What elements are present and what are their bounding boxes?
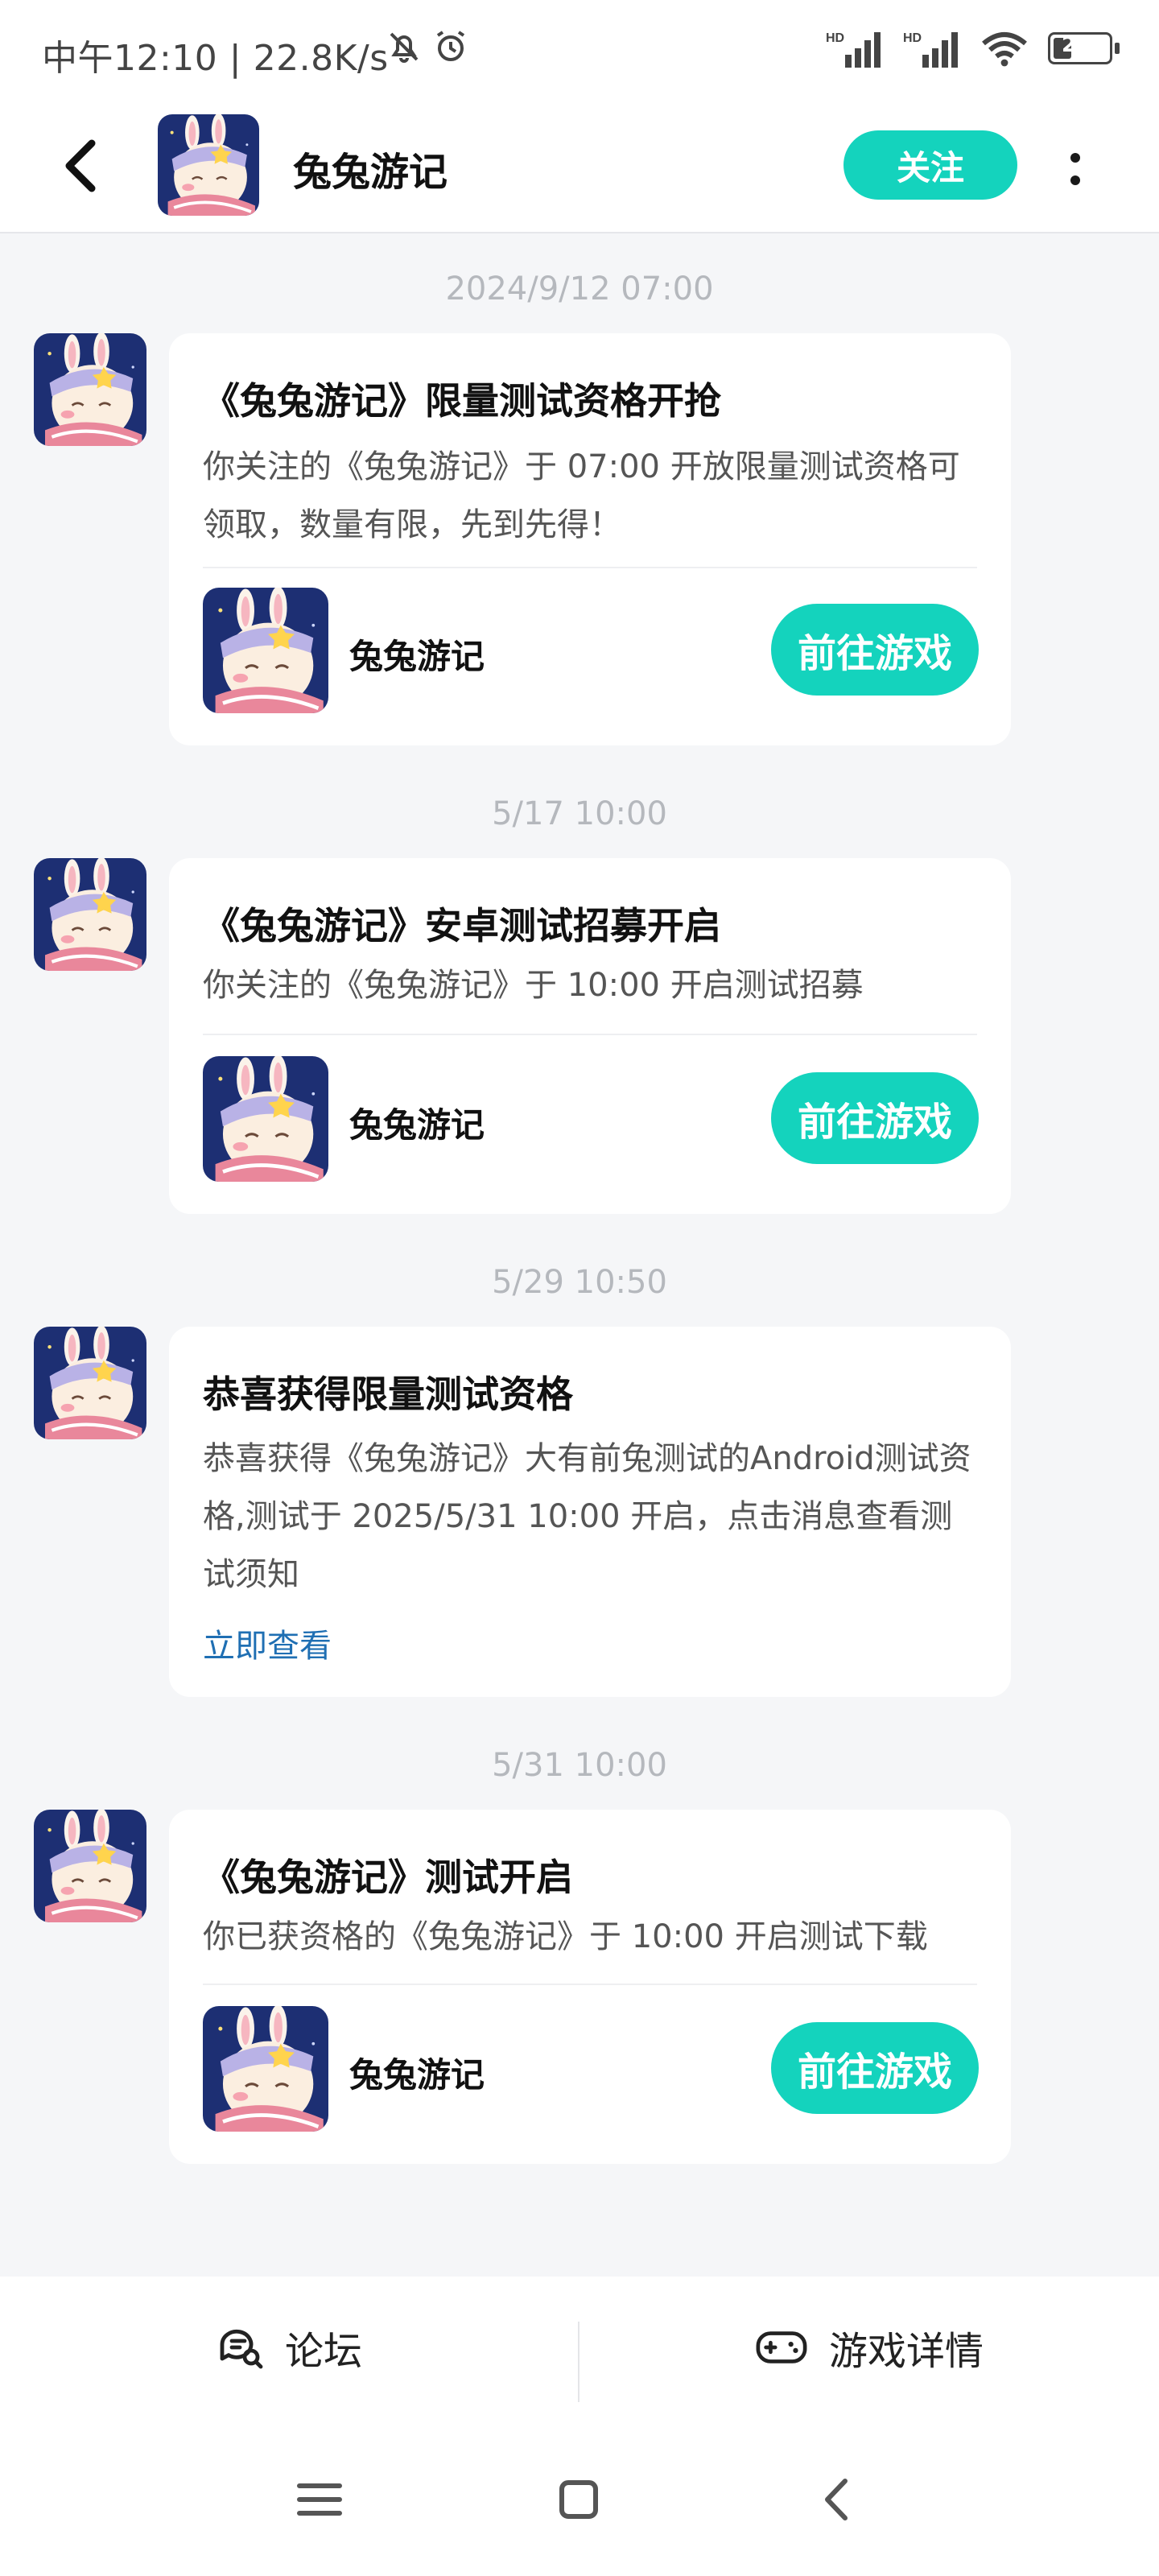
message-body: 你已获资格的《兔兔游记》于 10:00 开启测试下载	[203, 1918, 928, 1955]
message-title: 《兔兔游记》限量测试资格开抢	[203, 379, 721, 423]
message-card[interactable]: 《兔兔游记》测试开启 你已获资格的《兔兔游记》于 10:00 开启测试下载 兔兔…	[169, 1810, 1011, 2164]
menu-icon	[297, 2483, 342, 2516]
recent-apps-button[interactable]	[291, 2471, 348, 2528]
page-title: 兔兔游记	[293, 150, 448, 195]
more-dot	[1070, 175, 1080, 185]
avatar[interactable]	[34, 858, 146, 971]
divider	[203, 1034, 977, 1035]
battery-level: 24	[1062, 33, 1091, 57]
go-to-game-button[interactable]: 前往游戏	[771, 604, 979, 696]
game-icon[interactable]	[203, 2006, 328, 2132]
message-timestamp: 5/31 10:00	[492, 1747, 667, 1784]
system-navigation-bar	[0, 2418, 1159, 2576]
back-button[interactable]	[50, 134, 114, 198]
divider	[203, 1984, 977, 1985]
hd-signal-icon: HD	[826, 31, 881, 68]
game-icon[interactable]	[203, 1056, 328, 1182]
message-timestamp: 5/17 10:00	[492, 795, 667, 832]
message-card[interactable]: 《兔兔游记》限量测试资格开抢 你关注的《兔兔游记》于 07:00 开放限量测试资…	[169, 333, 1011, 745]
chevron-left-icon	[65, 139, 96, 192]
home-button[interactable]	[551, 2471, 607, 2528]
avatar[interactable]	[34, 333, 146, 446]
avatar[interactable]	[34, 1327, 146, 1439]
app-header: 兔兔游记 关注	[0, 105, 1159, 233]
message-title: 《兔兔游记》测试开启	[203, 1856, 573, 1899]
gamepad-icon	[756, 2331, 807, 2363]
status-bar: 中午12:10 | 22.8K/s HD HD 24	[0, 0, 1159, 105]
message-title: 《兔兔游记》安卓测试招募开启	[203, 904, 721, 947]
divider	[578, 2322, 580, 2402]
message-timestamp: 2024/9/12 07:00	[445, 270, 714, 308]
message-title: 恭喜获得限量测试资格	[203, 1373, 573, 1416]
message-body: 你关注的《兔兔游记》于 10:00 开启测试招募	[203, 967, 864, 1004]
go-to-game-button[interactable]: 前往游戏	[771, 1072, 979, 1164]
battery-icon: 24	[1048, 32, 1120, 64]
more-dot	[1070, 153, 1080, 163]
tab-forum-label: 论坛	[285, 2329, 363, 2374]
wifi-icon	[982, 32, 1027, 67]
more-options-button[interactable]	[1059, 137, 1091, 201]
game-name: 兔兔游记	[349, 637, 485, 676]
go-to-game-button[interactable]: 前往游戏	[771, 2022, 979, 2114]
message-timestamp: 5/29 10:50	[492, 1264, 667, 1301]
mute-bell-icon	[390, 32, 419, 63]
message-card[interactable]: 《兔兔游记》安卓测试招募开启 你关注的《兔兔游记》于 10:00 开启测试招募 …	[169, 858, 1011, 1214]
message-body: 恭喜获得《兔兔游记》大有前兔测试的Android测试资格,测试于 2025/5/…	[203, 1440, 971, 1593]
message-card[interactable]: 恭喜获得限量测试资格 恭喜获得《兔兔游记》大有前兔测试的Android测试资格,…	[169, 1327, 1011, 1697]
back-arrow-icon	[825, 2479, 848, 2520]
forum-icon	[220, 2329, 263, 2369]
follow-button[interactable]: 关注	[843, 130, 1017, 200]
avatar[interactable]	[158, 114, 259, 216]
bottom-tab-bar: 论坛 游戏详情	[0, 2277, 1159, 2418]
status-time: 中午12:10 | 22.8K/s	[42, 38, 389, 79]
svg-text:HD: HD	[826, 31, 844, 45]
hd-signal-icon: HD	[903, 31, 958, 68]
avatar[interactable]	[34, 1810, 146, 1922]
game-name: 兔兔游记	[349, 1105, 485, 1145]
alarm-icon	[436, 31, 465, 61]
tab-game-detail[interactable]: 游戏详情	[755, 2277, 984, 2418]
divider	[203, 567, 977, 568]
svg-text:HD: HD	[903, 31, 922, 45]
system-back-button[interactable]	[810, 2471, 866, 2528]
message-body: 你关注的《兔兔游记》于 07:00 开放限量测试资格可领取，数量有限，先到先得！	[203, 448, 960, 543]
tab-forum[interactable]: 论坛	[216, 2277, 362, 2418]
tab-game-detail-label: 游戏详情	[829, 2329, 984, 2374]
game-icon[interactable]	[203, 588, 328, 713]
home-square-icon	[559, 2480, 598, 2519]
game-name: 兔兔游记	[349, 2055, 485, 2095]
view-now-link[interactable]: 立即查看	[203, 1620, 332, 1666]
